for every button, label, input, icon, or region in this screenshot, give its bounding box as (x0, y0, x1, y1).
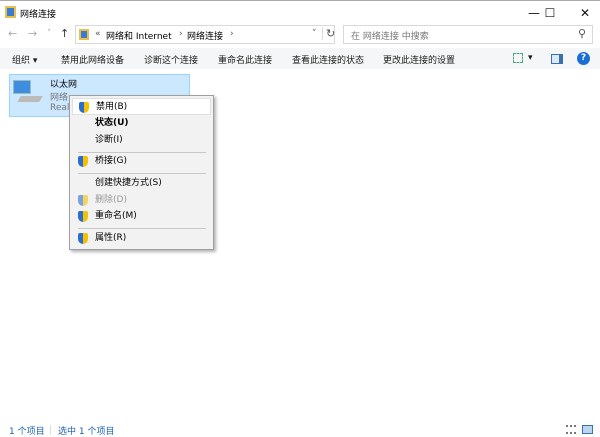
breadcrumb-overflow[interactable]: « (95, 29, 101, 39)
menu-item-properties[interactable]: 属性(R) (72, 230, 211, 247)
menu-item-label: 创建快捷方式(S) (95, 178, 162, 188)
selected-count: 选中 1 个项目 (58, 427, 115, 437)
view-options-dropdown[interactable]: ▾ (528, 53, 533, 63)
status-divider (50, 425, 51, 435)
back-button[interactable]: ← (8, 27, 17, 40)
shield-icon (78, 233, 88, 244)
organize-button[interactable]: 组织 ▾ (12, 53, 37, 66)
large-icons-view-icon[interactable] (582, 425, 593, 434)
search-input[interactable]: 在 网络连接 中搜索 ⚲ (343, 25, 593, 44)
change-settings-button[interactable]: 更改此连接的设置 (383, 53, 455, 66)
maximize-button[interactable]: ☐ (528, 3, 572, 23)
address-dropdown-button[interactable]: ˅ (312, 29, 317, 39)
item-count: 1 个项目 (9, 427, 45, 437)
preview-pane-icon[interactable] (551, 54, 563, 64)
connection-adapter: Real (50, 103, 70, 113)
menu-separator (78, 173, 206, 174)
breadcrumb-network-internet[interactable]: 网络和 Internet (106, 29, 172, 42)
connection-name: 以太网 (50, 80, 78, 90)
view-status-button[interactable]: 查看此连接的状态 (292, 53, 364, 66)
close-button[interactable]: ✕ (570, 3, 600, 23)
shield-icon (78, 156, 88, 167)
address-bar[interactable]: « 网络和 Internet › 网络连接 › ˅ ↻ (75, 25, 335, 44)
shield-icon (78, 195, 88, 206)
menu-item-rename[interactable]: 重命名(M) (72, 208, 211, 225)
menu-item-label: 桥接(G) (95, 156, 127, 166)
shield-icon (79, 102, 89, 113)
view-options-icon[interactable] (513, 53, 523, 63)
menu-item-disable[interactable]: 禁用(B) (72, 98, 211, 115)
context-menu: 禁用(B) 状态(U) 诊断(I) 桥接(G) 创建快捷方式(S) 删除(D) … (69, 95, 214, 250)
diagnose-connection-button[interactable]: 诊断这个连接 (144, 53, 198, 66)
breadcrumb-separator[interactable]: › (179, 29, 183, 39)
connection-network: 网络 (50, 93, 69, 103)
breadcrumb-network-connections[interactable]: 网络连接 (187, 29, 223, 42)
network-folder-icon (79, 29, 89, 40)
menu-item-delete: 删除(D) (72, 192, 211, 209)
help-icon[interactable]: ? (577, 52, 590, 65)
menu-item-label: 属性(R) (95, 233, 127, 243)
search-placeholder: 在 网络连接 中搜索 (351, 32, 429, 42)
search-icon: ⚲ (577, 27, 586, 40)
window-title: 网络连接 (20, 10, 57, 20)
menu-item-label: 诊断(I) (95, 135, 123, 145)
menu-item-label: 禁用(B) (96, 102, 128, 112)
menu-item-label: 删除(D) (95, 195, 127, 205)
menu-item-diagnose[interactable]: 诊断(I) (72, 132, 211, 149)
refresh-button[interactable]: ↻ (322, 27, 335, 40)
menu-item-status[interactable]: 状态(U) (72, 115, 211, 132)
menu-item-bridge[interactable]: 桥接(G) (72, 153, 211, 170)
up-button[interactable]: ↑ (60, 27, 69, 40)
network-adapter-icon (13, 80, 43, 104)
menu-item-label: 状态(U) (95, 118, 129, 128)
menu-item-create-shortcut[interactable]: 创建快捷方式(S) (72, 175, 211, 192)
rename-connection-button[interactable]: 重命名此连接 (218, 53, 272, 66)
network-folder-icon (5, 6, 16, 18)
details-view-icon[interactable] (566, 425, 576, 434)
menu-separator (78, 228, 206, 229)
breadcrumb-separator[interactable]: › (230, 29, 234, 39)
shield-icon (78, 211, 88, 222)
disable-device-button[interactable]: 禁用此网络设备 (61, 53, 124, 66)
recent-locations-button[interactable]: ˅ (47, 29, 52, 39)
title-bar: 网络连接 — ☐ ✕ (0, 0, 600, 24)
forward-button[interactable]: → (28, 27, 37, 40)
menu-item-label: 重命名(M) (95, 211, 137, 221)
